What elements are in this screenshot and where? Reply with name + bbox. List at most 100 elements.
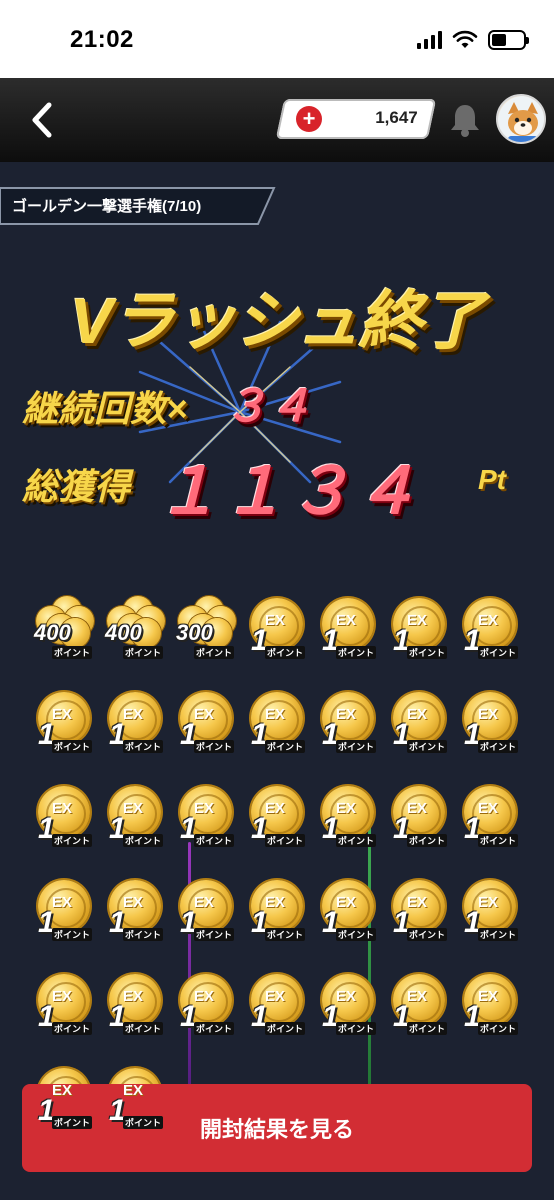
prize-amount: 400 <box>34 620 71 645</box>
prize-unit-label: ポイント <box>123 928 164 941</box>
prize-unit-label: ポイント <box>265 1022 306 1035</box>
result-graphic: Vラッシュ終了 継続回数× ３４ 総獲得 １１３４ Pt <box>0 252 554 542</box>
ex-coin-prize: EX 1 ポイント <box>456 874 527 968</box>
coin-ex-label: EX <box>478 612 499 629</box>
ex-coin-prize: EX 1 ポイント <box>243 874 314 968</box>
prize-unit-label: ポイント <box>478 928 519 941</box>
coin-ex-label: EX <box>336 988 357 1005</box>
plus-icon[interactable]: + <box>296 106 322 132</box>
prize-unit-label: ポイント <box>407 740 448 753</box>
ex-coin-prize: EX 1 ポイント <box>243 780 314 874</box>
prize-unit-label: ポイント <box>407 928 448 941</box>
ex-coin-prize: EX 1 ポイント <box>172 780 243 874</box>
coin-ex-label: EX <box>123 800 144 817</box>
coin-ex-label: EX <box>407 988 428 1005</box>
coin-ex-label: EX <box>478 894 499 911</box>
status-time: 21:02 <box>70 26 134 53</box>
ex-coin-prize: EX 1 ポイント <box>30 686 101 780</box>
ex-coin-prize: EX 1 ポイント <box>172 874 243 968</box>
prize-unit-label: ポイント <box>52 740 93 753</box>
coin-pile-prize: 300 ポイント <box>172 592 243 686</box>
coin-ex-label: EX <box>194 800 215 817</box>
prize-unit-label: ポイント <box>194 1022 235 1035</box>
ex-coin-prize: EX 1 ポイント <box>456 968 527 1062</box>
wifi-icon <box>452 30 478 48</box>
ex-coin-prize: EX 1 ポイント <box>385 780 456 874</box>
ex-coin-prize: EX 1 ポイント <box>30 780 101 874</box>
coin-pile-prize: 400 ポイント <box>101 592 172 686</box>
prize-unit-label: ポイント <box>265 928 306 941</box>
prize-unit-label: ポイント <box>194 740 235 753</box>
coin-ex-label: EX <box>52 894 73 911</box>
prize-amount: 300 <box>176 620 213 645</box>
prize-unit-label: ポイント <box>478 1022 519 1035</box>
coin-pile-prize: 400 ポイント <box>30 592 101 686</box>
avatar[interactable] <box>496 94 546 144</box>
total-unit: Pt <box>478 464 506 495</box>
coin-ex-label: EX <box>52 800 73 817</box>
prize-unit-label: ポイント <box>52 646 93 659</box>
coin-ex-label: EX <box>52 1082 73 1099</box>
prize-unit-label: ポイント <box>194 646 235 659</box>
coin-ex-label: EX <box>52 706 73 723</box>
status-bar: 21:02 <box>0 0 554 78</box>
ex-coin-prize: EX 1 ポイント <box>385 686 456 780</box>
prize-unit-label: ポイント <box>478 834 519 847</box>
status-icons <box>417 30 529 50</box>
ex-coin-prize: EX 1 ポイント <box>101 874 172 968</box>
coin-ex-label: EX <box>123 706 144 723</box>
event-banner: ゴールデン一撃選手権(7/10) <box>0 186 280 226</box>
coin-ex-label: EX <box>265 800 286 817</box>
shiba-avatar <box>498 96 544 142</box>
coin-ex-label: EX <box>407 706 428 723</box>
coin-ex-label: EX <box>52 988 73 1005</box>
prize-unit-label: ポイント <box>194 834 235 847</box>
prize-unit-label: ポイント <box>52 928 93 941</box>
coin-ex-label: EX <box>265 706 286 723</box>
prize-unit-label: ポイント <box>265 834 306 847</box>
coin-ex-label: EX <box>478 988 499 1005</box>
battery-icon <box>488 30 529 50</box>
coin-ex-label: EX <box>194 894 215 911</box>
event-title: ゴールデン一撃選手権(7/10) <box>12 198 202 215</box>
coin-ex-label: EX <box>336 612 357 629</box>
prize-unit-label: ポイント <box>265 740 306 753</box>
prize-unit-label: ポイント <box>265 646 306 659</box>
result-title: Vラッシュ終了 <box>70 285 485 357</box>
ex-coin-prize: EX 1 ポイント <box>314 780 385 874</box>
back-button[interactable] <box>22 96 62 144</box>
prize-unit-label: ポイント <box>336 646 377 659</box>
ex-coin-prize: EX 1 ポイント <box>30 874 101 968</box>
coin-ex-label: EX <box>123 988 144 1005</box>
points-balance-button[interactable]: + 1,647 <box>275 99 437 139</box>
coin-ex-label: EX <box>478 706 499 723</box>
ex-coin-prize: EX 1 ポイント <box>101 780 172 874</box>
prize-unit-label: ポイント <box>123 834 164 847</box>
ex-coin-prize: EX 1 ポイント <box>385 592 456 686</box>
ex-coin-prize: EX 1 ポイント <box>456 780 527 874</box>
ex-coin-prize: EX 1 ポイント <box>314 874 385 968</box>
ex-coin-prize: EX 1 ポイント <box>456 686 527 780</box>
prize-unit-label: ポイント <box>194 928 235 941</box>
coin-ex-label: EX <box>194 706 215 723</box>
coin-ex-label: EX <box>265 612 286 629</box>
prize-grid: 400 ポイント 400 ポイント 300 ポイント EX 1 ポイント EX 1 ポイント EX 1 ポイ… <box>30 592 530 1156</box>
bell-icon[interactable] <box>448 102 482 138</box>
signal-icon <box>417 31 442 49</box>
total-value: １１３４ <box>156 455 420 527</box>
coin-ex-label: EX <box>407 800 428 817</box>
ex-coin-prize: EX 1 ポイント <box>243 968 314 1062</box>
coin-ex-label: EX <box>407 612 428 629</box>
main-content: ゴールデン一撃選手権(7/10) Vラッシュ終了 継続回数× ３４ 総獲得 １１… <box>0 162 554 1200</box>
open-result-button[interactable]: 開封結果を見る <box>22 1084 532 1172</box>
prize-unit-label: ポイント <box>123 1022 164 1035</box>
prize-unit-label: ポイント <box>52 834 93 847</box>
prize-unit-label: ポイント <box>123 1116 164 1129</box>
ex-coin-prize: EX 1 ポイント <box>314 686 385 780</box>
app-header: + 1,647 <box>0 78 554 162</box>
ex-coin-prize: EX 1 ポイント <box>101 968 172 1062</box>
prize-amount: 400 <box>105 620 142 645</box>
points-value: 1,647 <box>375 108 419 127</box>
coin-ex-label: EX <box>194 988 215 1005</box>
coin-ex-label: EX <box>478 800 499 817</box>
